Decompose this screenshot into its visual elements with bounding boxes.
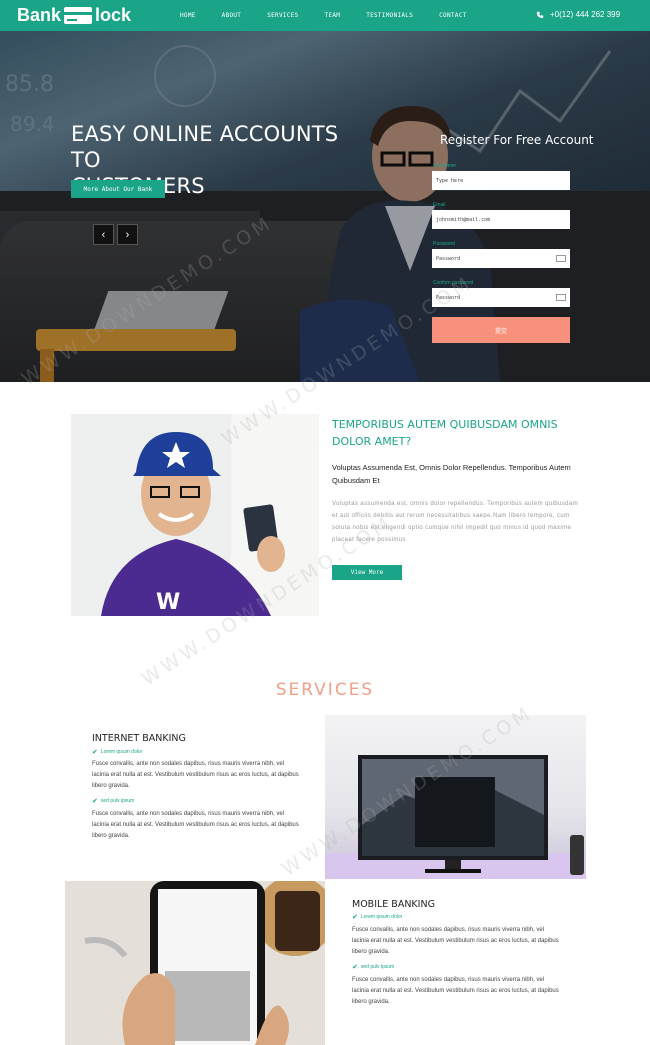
more-about-bank-button[interactable]: More About Our Bank [71, 180, 165, 198]
check-text: Lorem ipsum dolor [100, 749, 143, 755]
check-icon: ✔ [92, 798, 98, 805]
hero-title-line1: EASY ONLINE ACCOUNTS TO [71, 122, 339, 172]
check-icon: ✔ [352, 964, 358, 971]
brand-text-right: lock [95, 5, 132, 25]
confirm-password-placeholder: Password [436, 294, 461, 301]
main-menu: HOME ABOUT SERVICES TEAM TESTIMONIALS CO… [180, 12, 493, 19]
services-title: SERVICES [275, 680, 375, 700]
nav-about[interactable]: ABOUT [222, 12, 242, 19]
keyboard-icon [556, 255, 566, 262]
brand-text-left: Bank [17, 5, 62, 25]
about-subtitle: Voluptas Assumenda Est, Omnis Dolor Repe… [332, 463, 571, 485]
slider-controls: ‹ › [93, 224, 141, 245]
internet-check2: ✔ sed pulv ipsum [92, 797, 134, 805]
hand-phone-illustration [65, 881, 325, 1045]
mobile-check2: ✔ sed pulv ipsum [352, 963, 394, 971]
password-label: Password [433, 241, 455, 247]
internet-check1: ✔ Lorem ipsum dolor [92, 748, 142, 756]
username-label: Username [433, 163, 457, 169]
about-title: TEMPORIBUS AUTEM QUIBUSDAM OMNIS DOLOR A… [332, 418, 558, 448]
phone-contact: +0(12) 444 262 399 [536, 10, 620, 19]
check-icon: ✔ [92, 749, 98, 756]
mobile-check1: ✔ Lorem ipsum dolor [352, 913, 402, 921]
about-text: Voluptas assumenda est, omnis dolor repe… [332, 501, 579, 543]
internet-para2: Fusce convallis, ante non sodales dapibu… [92, 811, 299, 839]
monitor-photo [325, 715, 586, 879]
navbar: Bank lock HOME ABOUT SERVICES TEAM TESTI… [0, 0, 650, 31]
mobile-para2: Fusce convallis, ante non sodales dapibu… [352, 977, 559, 1005]
submit-button[interactable]: 提交 [432, 317, 570, 343]
card-icon [64, 7, 93, 24]
register-title: Register For Free Account [440, 133, 594, 147]
smiling-man-illustration: W [71, 414, 319, 616]
keyboard-icon [556, 294, 566, 301]
nav-team[interactable]: TEAM [325, 12, 341, 19]
nav-contact[interactable]: CONTACT [439, 12, 466, 19]
nav-services[interactable]: SERVICES [267, 12, 298, 19]
mobile-banking-heading: MOBILE BANKING [352, 899, 435, 910]
password-input[interactable]: Password [432, 249, 570, 268]
email-label: Email [433, 202, 446, 208]
phone-photo [65, 881, 325, 1045]
desktop-monitor-illustration [325, 755, 586, 879]
email-input[interactable]: johnsmith@mail.com [432, 210, 570, 229]
next-arrow-icon[interactable]: › [117, 224, 138, 245]
prev-arrow-icon[interactable]: ‹ [93, 224, 114, 245]
confirm-password-label: Confirm password [433, 280, 474, 286]
phone-icon [536, 11, 544, 18]
mobile-para1: Fusce convallis, ante non sodales dapibu… [352, 927, 559, 955]
confirm-password-input[interactable]: Password [432, 288, 570, 307]
check-text: sed pulv ipsum [100, 798, 135, 804]
check-icon: ✔ [352, 914, 358, 921]
brand-logo[interactable]: Bank lock [17, 5, 131, 26]
about-photo: W [71, 414, 319, 616]
view-more-button[interactable]: View More [332, 565, 402, 580]
internet-banking-heading: INTERNET BANKING [92, 733, 186, 744]
phone-number: +0(12) 444 262 399 [550, 10, 621, 19]
svg-text:W: W [156, 590, 180, 615]
check-text: Lorem ipsum dolor [360, 914, 403, 920]
password-placeholder: Password [436, 255, 461, 262]
nav-home[interactable]: HOME [180, 12, 196, 19]
nav-testimonials[interactable]: TESTIMONIALS [366, 12, 413, 19]
username-input[interactable]: Type here [432, 171, 570, 190]
check-text: sed pulv ipsum [360, 964, 395, 970]
internet-para1: Fusce convallis, ante non sodales dapibu… [92, 761, 299, 789]
